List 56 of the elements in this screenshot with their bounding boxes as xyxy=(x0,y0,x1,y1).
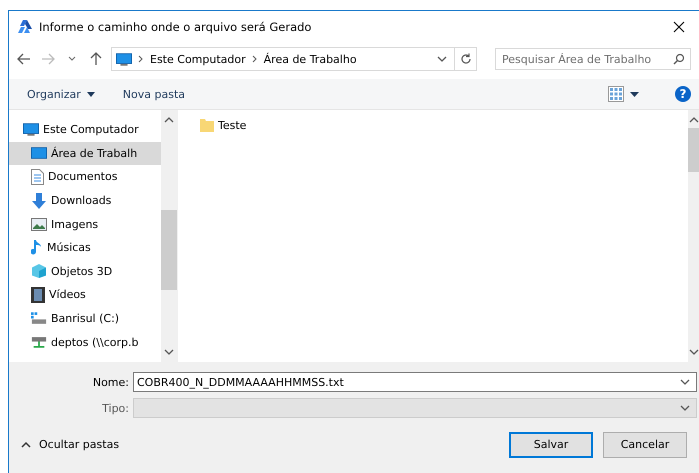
sidebar-item[interactable]: deptos (\\corp.b xyxy=(9,330,161,354)
sidebar-item[interactable]: Documentos xyxy=(9,165,161,189)
field-label: Nome: xyxy=(92,376,130,388)
dialog-button[interactable]: Cancelar xyxy=(603,432,687,458)
file-item[interactable]: Teste xyxy=(200,118,246,132)
download-arrow-icon xyxy=(31,192,47,209)
hide-folders-button[interactable]: Ocultar pastas xyxy=(21,438,120,451)
scrollbar-thumb[interactable] xyxy=(161,210,177,290)
image-icon xyxy=(31,218,47,231)
up-arrow-icon xyxy=(90,52,102,66)
app-logo-icon xyxy=(17,19,33,35)
breadcrumb[interactable]: Este Computador xyxy=(150,52,246,66)
breadcrumb-separator-icon xyxy=(252,55,258,63)
sidebar-item[interactable]: Vídeos xyxy=(9,283,161,307)
film-icon xyxy=(31,286,45,303)
forward-arrow-icon xyxy=(41,53,55,65)
field-label: Tipo: xyxy=(101,402,130,414)
sidebar-item[interactable]: Banrisul (C:) xyxy=(9,306,161,330)
sidebar-item[interactable]: Este Computador xyxy=(9,118,161,142)
sidebar-item[interactable]: Imagens xyxy=(9,212,161,236)
back-arrow-icon xyxy=(17,53,31,65)
sidebar-item[interactable]: Downloads xyxy=(9,188,161,212)
address-bar[interactable]: Este Computador Área de Trabalho xyxy=(111,47,477,71)
toolbar-button[interactable]: Organizar xyxy=(27,88,95,100)
search-field[interactable]: Pesquisar Área de Trabalho xyxy=(495,48,691,70)
filename-field[interactable]: COBR400_N_DDMMAAAAHHMMSS.txt xyxy=(133,372,697,392)
folder-icon xyxy=(200,118,214,132)
chevron-up-icon xyxy=(21,441,31,448)
toolbar-button[interactable]: Nova pasta xyxy=(122,88,185,100)
dialog-button[interactable]: Salvar xyxy=(509,432,593,458)
scrollbar[interactable] xyxy=(688,110,699,362)
grid-view-icon xyxy=(608,86,624,102)
document-icon xyxy=(31,168,44,185)
computer-icon xyxy=(23,123,39,136)
network-drive-icon xyxy=(31,335,47,350)
sidebar-item[interactable]: Músicas xyxy=(9,236,161,260)
dropdown-caret-icon xyxy=(86,92,95,96)
scrollbar-thumb[interactable] xyxy=(688,128,699,172)
dropdown-caret-icon xyxy=(630,92,639,96)
breadcrumb[interactable]: Área de Trabalho xyxy=(264,52,357,66)
window-title: Informe o caminho onde o arquivo será Gerado xyxy=(39,20,312,34)
cube-icon xyxy=(31,263,47,280)
sidebar-item[interactable]: Objetos 3D xyxy=(9,260,161,284)
search-icon xyxy=(673,53,685,65)
refresh-icon xyxy=(460,53,472,65)
computer-icon xyxy=(116,52,132,66)
drive-icon xyxy=(31,312,47,326)
close-icon xyxy=(673,21,685,33)
breadcrumb-separator-icon xyxy=(138,55,144,63)
desktop-icon xyxy=(31,147,47,160)
scrollbar[interactable] xyxy=(161,110,177,362)
music-note-icon xyxy=(31,240,43,256)
chevron-down-icon xyxy=(68,56,76,62)
help-button[interactable]: ? xyxy=(675,86,691,102)
sidebar-item[interactable]: Área de Trabalh xyxy=(9,142,161,166)
view-options-button[interactable] xyxy=(608,86,639,102)
